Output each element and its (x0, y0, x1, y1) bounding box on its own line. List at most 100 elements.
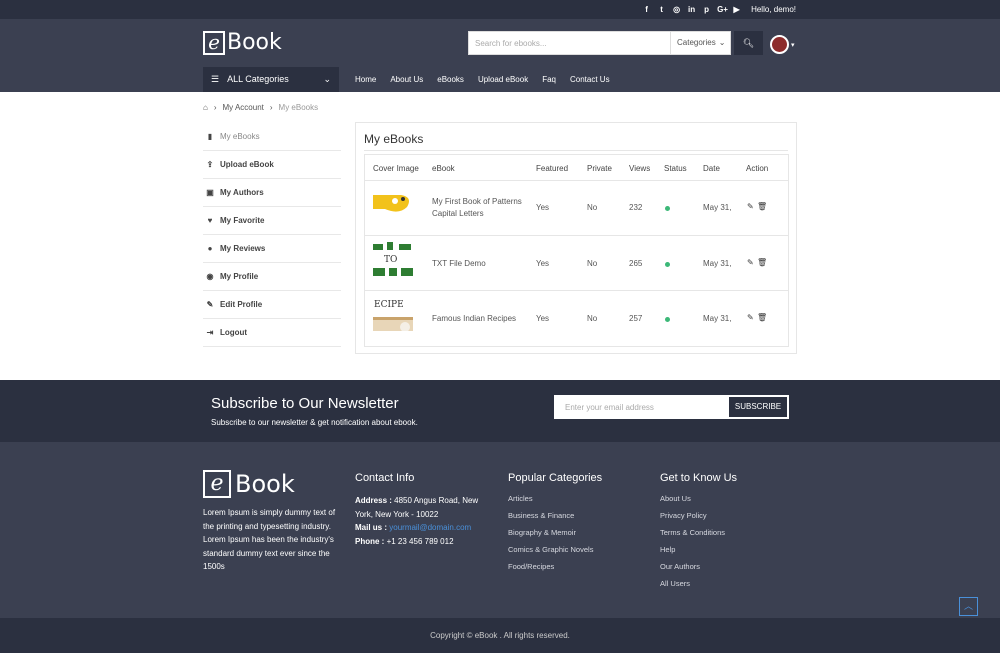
chevron-up-icon: ︿ (963, 601, 973, 611)
footer-link[interactable]: Business & Finance (508, 511, 602, 520)
nav-ebooks[interactable]: eBooks (437, 75, 464, 84)
search-button[interactable]: 🔍︎ (734, 31, 763, 55)
ebook-title[interactable]: Famous Indian Recipes (432, 314, 516, 323)
categories-select[interactable]: Categories ⌄ (670, 32, 730, 54)
instagram-icon[interactable]: ◎ (672, 5, 681, 14)
footer-link[interactable]: Privacy Policy (660, 511, 737, 520)
ebook-title[interactable]: My First Book of Patterns Capital Letter… (432, 196, 532, 220)
footer-link[interactable]: Comics & Graphic Novels (508, 545, 602, 554)
logout-icon: ⇥ (206, 328, 214, 337)
private-value: No (587, 259, 598, 268)
date-value: May 31, (703, 203, 732, 212)
nav-contact-us[interactable]: Contact Us (570, 75, 610, 84)
sidebar-item-edit-profile[interactable]: ✎ Edit Profile (203, 291, 341, 319)
google-plus-icon[interactable]: G+ (717, 5, 728, 14)
newsletter-email-input[interactable]: Enter your email address SUBSCRIBE (554, 395, 789, 419)
sidebar-item-label: My Authors (220, 188, 264, 197)
chevron-right-icon: › (213, 103, 217, 112)
footer-link[interactable]: Food/Recipes (508, 562, 602, 571)
sidebar-item-label: My Favorite (220, 216, 265, 225)
svg-text:TO: TO (384, 255, 397, 265)
contact-phone: Phone : +1 23 456 789 012 (355, 536, 454, 546)
mail-link[interactable]: yourmail@domain.com (389, 523, 471, 532)
footer-link[interactable]: Help (660, 545, 737, 554)
svg-text:ECIPE: ECIPE (374, 300, 404, 310)
column-header: Date (703, 164, 720, 173)
categories-select-label: Categories (677, 38, 716, 47)
sidebar-item-my-favorite[interactable]: ♥ My Favorite (203, 207, 341, 235)
search-icon: 🔍︎ (742, 38, 755, 48)
column-header: Private (587, 164, 612, 173)
search-bar[interactable]: Search for ebooks... Categories ⌄ (468, 31, 731, 55)
search-input[interactable]: Search for ebooks... (475, 39, 547, 48)
ebooks-table: Cover Image eBook Featured Private Views… (364, 154, 789, 347)
cover-image[interactable]: TO (373, 242, 413, 276)
column-header: Featured (536, 164, 569, 173)
cover-image[interactable] (373, 187, 413, 221)
subscribe-button[interactable]: SUBSCRIBE (729, 397, 787, 417)
sidebar-item-label: My Reviews (220, 244, 266, 253)
nav-upload-ebook[interactable]: Upload eBook (478, 75, 528, 84)
sidebar-item-my-profile[interactable]: ◉ My Profile (203, 263, 341, 291)
footer-link[interactable]: All Users (660, 579, 737, 588)
youtube-icon[interactable]: ▶ (732, 5, 741, 14)
footer-link[interactable]: Terms & Conditions (660, 528, 737, 537)
footer-link[interactable]: About Us (660, 494, 737, 503)
nav-faq[interactable]: Faq (542, 75, 556, 84)
sidebar-item-label: Edit Profile (220, 300, 263, 309)
divider (364, 150, 788, 151)
logo[interactable]: e Book (203, 30, 282, 55)
heart-icon: ♥ (207, 216, 213, 225)
sidebar-item-upload-ebook[interactable]: ⇪ Upload eBook (203, 151, 341, 179)
newsletter-placeholder: Enter your email address (565, 403, 654, 412)
sidebar-item-label: Upload eBook (220, 160, 274, 169)
trash-icon[interactable]: 🗑︎ (757, 313, 767, 322)
chevron-down-icon: ⌄ (323, 74, 331, 84)
back-to-top-button[interactable]: ︿ (959, 597, 978, 616)
newsletter-subtext: Subscribe to our newsletter & get notifi… (211, 418, 418, 427)
ebook-title[interactable]: TXT File Demo (432, 259, 486, 268)
twitter-icon[interactable]: t (657, 5, 666, 14)
footer-link[interactable]: Our Authors (660, 562, 737, 571)
home-icon[interactable]: ⌂ (203, 103, 208, 112)
trash-icon[interactable]: 🗑︎ (757, 202, 767, 211)
all-categories-button[interactable]: ☰ ALL Categories ⌄ (203, 67, 339, 92)
footer-link[interactable]: Biography & Memoir (508, 528, 602, 537)
column-header: Action (746, 164, 769, 173)
footer-logo[interactable]: e Book (203, 470, 295, 498)
featured-value: Yes (536, 203, 550, 212)
sidebar-item-logout[interactable]: ⇥ Logout (203, 319, 341, 347)
featured-value: Yes (536, 259, 550, 268)
pinterest-icon[interactable]: p (702, 5, 711, 14)
footer-link[interactable]: Articles (508, 494, 602, 503)
logo-mark: e (203, 30, 225, 55)
edit-icon[interactable]: ✎ (747, 258, 754, 267)
newsletter-section: Subscribe to Our Newsletter Subscribe to… (0, 380, 1000, 442)
my-ebooks-panel: My eBooks Cover Image eBook Featured Pri… (355, 122, 797, 354)
sidebar-item-my-ebooks[interactable]: ▮ My eBooks (203, 123, 341, 151)
menu-icon: ☰ (211, 74, 220, 84)
status-dot (665, 262, 670, 267)
date-value: May 31, (703, 314, 732, 323)
nav-about-us[interactable]: About Us (390, 75, 423, 84)
trash-icon[interactable]: 🗑︎ (757, 258, 767, 267)
linkedin-icon[interactable]: in (687, 5, 696, 14)
sidebar-item-my-reviews[interactable]: ● My Reviews (203, 235, 341, 263)
sidebar-item-my-authors[interactable]: ▣ My Authors (203, 179, 341, 207)
breadcrumb-my-account[interactable]: My Account (223, 103, 264, 112)
breadcrumb-my-ebooks: My eBooks (278, 103, 319, 112)
nav-home[interactable]: Home (355, 75, 376, 84)
facebook-icon[interactable]: f (642, 5, 651, 14)
main-nav: Home About Us eBooks Upload eBook Faq Co… (355, 75, 624, 84)
footer-heading: Popular Categories (508, 472, 603, 484)
column-header: Status (664, 164, 687, 173)
avatar[interactable] (770, 35, 789, 54)
cover-image[interactable]: ECIPE (373, 297, 413, 331)
edit-icon[interactable]: ✎ (747, 202, 754, 211)
book-icon: ▮ (207, 132, 213, 141)
footer: e Book Lorem Ipsum is simply dummy text … (0, 442, 1000, 618)
edit-icon[interactable]: ✎ (747, 313, 754, 322)
caret-down-icon[interactable]: ▾ (791, 41, 795, 49)
logo-text: Book (227, 30, 282, 55)
status-dot (665, 317, 670, 322)
